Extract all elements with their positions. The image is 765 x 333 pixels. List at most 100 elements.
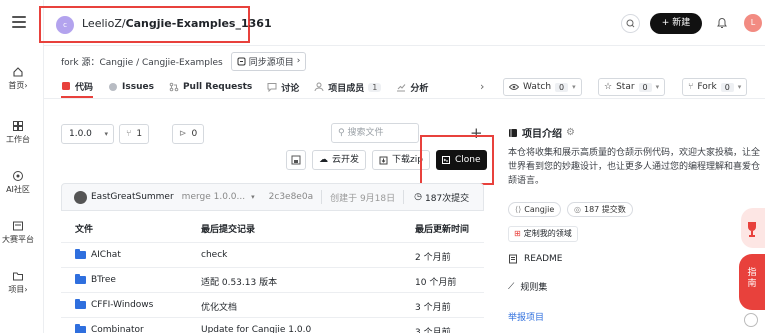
members-icon (314, 82, 324, 92)
table-row[interactable]: Combinator Update for Cangjie 1.0.0 3 个月… (61, 317, 484, 333)
tabs-scroll-right-icon[interactable]: › (480, 80, 484, 93)
table-row[interactable]: CFFI-Windows 优化文档 3 个月前 (61, 292, 484, 316)
repo-name[interactable]: Cangjie-Examples_1361 (126, 17, 272, 30)
repo-owner[interactable]: LeelioZ/ (82, 17, 126, 30)
commit-count-label: 187次提交 (425, 193, 470, 204)
branches-count-button[interactable]: ⑂ 1 (119, 124, 150, 144)
folder-icon (75, 249, 86, 259)
topic-icon: ⊞ (514, 229, 521, 238)
rail-item-label: 工作台 (6, 135, 30, 144)
branch-selector[interactable]: 1.0.0 ▾ (61, 124, 114, 144)
file-search-placeholder: 搜索文件 (347, 128, 384, 138)
readme-link[interactable]: README (508, 254, 562, 264)
bell-icon[interactable] (716, 16, 728, 29)
sync-source-button[interactable]: 同步源项目 › (230, 51, 307, 71)
customize-domain-button[interactable]: ⊞ 定制我的领域 (508, 226, 578, 242)
ai-community-icon (13, 171, 23, 181)
report-project-link[interactable]: 举报项目 (508, 310, 544, 323)
code-icon (62, 82, 70, 90)
table-row[interactable]: AIChat check 2 个月前 (61, 242, 484, 266)
commit-message[interactable]: merge 1.0.0... (182, 192, 245, 202)
chevron-down-icon[interactable]: ▾ (251, 193, 255, 201)
rail-item-ai-community[interactable]: AI社区 (0, 170, 36, 195)
about-description: 本仓将收集和展示高质量的仓颉示例代码，欢迎大家投稿，让全世界看到您的妙趣设计，也… (508, 148, 761, 186)
customize-domain-label: 定制我的领域 (523, 229, 572, 238)
save-button[interactable] (286, 150, 306, 170)
trophy-widget[interactable] (741, 208, 765, 248)
clock-icon: ◷ (414, 192, 422, 202)
commit-author-avatar[interactable] (74, 190, 87, 204)
rail-item-home[interactable]: 首页› (0, 66, 36, 91)
commits-tag[interactable]: ◎ 187 提交数 (567, 202, 633, 217)
fork-button[interactable]: ⑂ Fork 0 ▾ (682, 78, 748, 96)
chevron-right-icon: › (296, 56, 301, 66)
new-button[interactable]: + 新建 (650, 13, 702, 34)
eye-icon: ◎ (574, 205, 581, 214)
user-avatar[interactable]: L (744, 14, 762, 32)
chevron-down-icon: ▾ (655, 83, 660, 91)
tags-count: 0 (191, 129, 198, 139)
last-commit-message[interactable]: check (201, 250, 227, 260)
last-commit-message[interactable]: 适配 0.53.13 版本 (201, 275, 277, 288)
language-tag[interactable]: ⟨⟩ Cangjie (508, 202, 562, 217)
watch-button[interactable]: Watch 0 ▾ (503, 78, 582, 96)
rules-link[interactable]: ⟋ 规则集 (508, 280, 548, 294)
about-title: 项目介绍 ⚙ (508, 125, 575, 140)
settings-icon[interactable]: ⚙ (566, 127, 575, 138)
tab-analysis[interactable]: 分析 (396, 76, 428, 98)
last-updated: 3 个月前 (415, 303, 451, 313)
code-brackets-icon: ⟨⟩ (515, 205, 522, 214)
file-name[interactable]: BTree (91, 275, 116, 285)
rail-item-label: 首页 (8, 81, 25, 90)
chevron-down-icon: ▾ (104, 130, 108, 138)
rail-item-workbench[interactable]: 工作台 (0, 120, 36, 145)
commit-count[interactable]: ◷ 187次提交 (414, 191, 469, 204)
readme-label: README (524, 254, 563, 264)
rail-item-label: AI社区 (6, 185, 30, 194)
star-icon: ☆ (604, 82, 613, 92)
fork-source-text[interactable]: fork 源：Cangjie / Cangjie-Examples (61, 55, 223, 68)
cloud-dev-button[interactable]: ☁ 云开发 (312, 150, 367, 170)
members-count-badge: 1 (368, 82, 382, 92)
rail-item-project[interactable]: 项目› (0, 270, 36, 295)
file-search-input[interactable]: ⚲ 搜索文件 (331, 123, 419, 143)
guide-widget[interactable]: 指南 (739, 254, 765, 310)
commit-sha[interactable]: 2c3e8e0a (269, 192, 313, 202)
commit-author[interactable]: EastGreatSummer (91, 192, 174, 202)
page-root: 首页› 工作台 AI社区 大赛平台 项目› c LeelioZ/Cangjie-… (0, 0, 765, 333)
help-icon[interactable] (744, 313, 758, 327)
branch-name: 1.0.0 (69, 129, 92, 139)
repo-title[interactable]: LeelioZ/Cangjie-Examples_1361 (82, 17, 272, 30)
tab-label: Pull Requests (182, 82, 253, 92)
tab-issues[interactable]: Issues (108, 76, 154, 98)
search-icon (626, 19, 635, 28)
rail-item-contest[interactable]: 大赛平台 (0, 220, 36, 245)
rules-label: 规则集 (520, 283, 548, 293)
last-commit-message[interactable]: 优化文档 (201, 300, 237, 313)
global-search-button[interactable] (621, 14, 640, 33)
repo-tabs: 代码 Issues Pull Requests 讨论 项目成员 1 分析 (61, 76, 443, 98)
search-icon: ⚲ (338, 128, 345, 138)
star-count: 0 (638, 82, 652, 92)
divider (403, 190, 405, 204)
chevron-down-icon: ▾ (737, 83, 742, 91)
chevron-down-icon: ▾ (572, 83, 576, 91)
file-name[interactable]: Combinator (91, 325, 144, 333)
file-name[interactable]: CFFI-Windows (91, 300, 153, 310)
tab-members[interactable]: 项目成员 1 (314, 76, 382, 98)
last-updated: 2 个月前 (415, 253, 451, 263)
tab-code[interactable]: 代码 (61, 76, 94, 98)
last-commit-message[interactable]: Update for Cangjie 1.0.0 (201, 325, 311, 333)
file-name[interactable]: AIChat (91, 250, 121, 260)
trophy-icon (748, 222, 756, 237)
folder-icon (75, 274, 86, 284)
table-row[interactable]: BTree 适配 0.53.13 版本 10 个月前 (61, 267, 484, 291)
tab-discussions[interactable]: 讨论 (267, 76, 299, 98)
clone-button[interactable]: Clone (436, 150, 487, 170)
tags-count-button[interactable]: ⊳ 0 (172, 124, 205, 144)
star-button[interactable]: ☆ Star 0 ▾ (598, 78, 666, 96)
tab-pull-requests[interactable]: Pull Requests (169, 76, 252, 98)
hamburger-menu-icon[interactable] (12, 16, 26, 28)
branch-icon: ⑂ (126, 129, 132, 139)
commit-date: 创建于 9月18日 (330, 193, 396, 204)
